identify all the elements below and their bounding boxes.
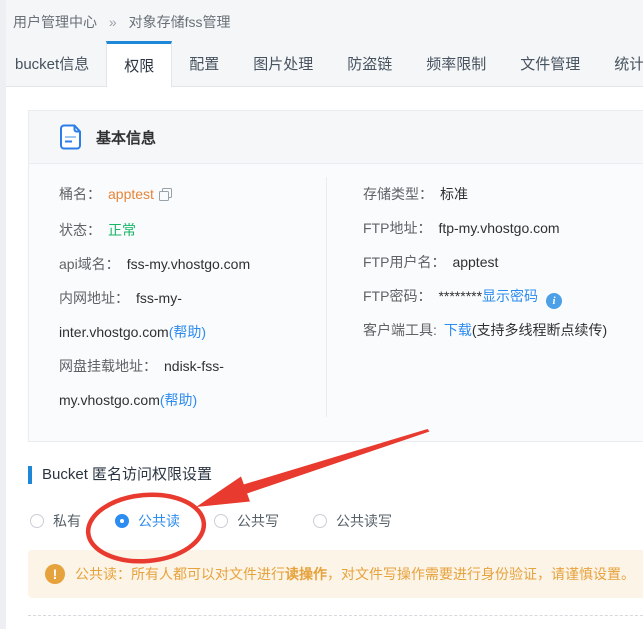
field-value: fss-my.vhostgo.com [127,256,250,272]
tab-statistics[interactable]: 统计 [597,41,643,86]
tab-bar: bucket信息权限配置图片处理防盗链频率限制文件管理统计文档 [0,41,643,87]
document-icon [59,124,83,151]
field-value: apptest [452,254,498,270]
tab-rate-limit[interactable]: 频率限制 [409,41,503,86]
info-row: FTP密码： ********显示密码 i [363,279,643,313]
field-suffix: (支持多线程断点续传) [472,322,607,338]
acl-radio-group: 私有 公共读 公共写 公共读写 [30,511,643,531]
help-link[interactable]: (帮助) [169,324,206,340]
info-row: api域名： fss-my.vhostgo.com [59,247,290,281]
info-row: FTP地址： ftp-my.vhostgo.com [363,211,643,245]
field-value: ftp-my.vhostgo.com [438,220,559,236]
dashed-divider [28,615,643,616]
radio-label: 公共读 [138,511,180,531]
breadcrumb-separator-icon: » [109,14,117,30]
basic-info-left-column: 桶名： apptest 状态： 正常 api域名： fss-my.vhostgo.com 内… [29,177,326,417]
info-row: 内网地址：fss-my-inter.vhostgo.com(帮助) [59,281,290,349]
radio-public-write[interactable]: 公共写 [214,511,279,531]
tab-image-processing[interactable]: 图片处理 [236,41,330,86]
radio-circle-icon[interactable] [30,514,44,528]
radio-label: 公共读写 [336,511,392,531]
tab-anti-leech[interactable]: 防盗链 [330,41,409,86]
info-row: FTP用户名： apptest [363,245,643,279]
field-value: 正常 [108,222,136,238]
tab-file-management[interactable]: 文件管理 [503,41,597,86]
basic-info-body: 桶名： apptest 状态： 正常 api域名： fss-my.vhostgo.com 内… [29,164,643,441]
help-link[interactable]: (帮助) [160,392,197,408]
tab-bucket-info[interactable]: bucket信息 [0,41,106,86]
warning-text: 公共读：所有人都可以对文件进行读操作，对文件写操作需要进行身份验证，请谨慎设置。 [75,564,635,584]
field-label: api域名： [59,256,120,272]
basic-info-right-column: 存储类型： 标准 FTP地址： ftp-my.vhostgo.com FTP用户名： ap… [326,177,643,417]
radio-circle-icon[interactable] [313,514,327,528]
warning-banner: ! 公共读：所有人都可以对文件进行读操作，对文件写操作需要进行身份验证，请谨慎设… [28,550,643,598]
field-label: 客户端工具: [363,322,437,338]
breadcrumb-fss-management: 对象存储fss管理 [129,14,231,30]
field-label: FTP地址： [363,220,431,236]
breadcrumb: 用户管理中心 » 对象存储fss管理 [0,0,643,41]
basic-info-panel: 基本信息 桶名： apptest 状态： 正常 api域名： fss-my.vhostgo… [28,110,643,442]
radio-label: 公共写 [237,511,279,531]
info-row: 网盘挂载地址：ndisk-fss-my.vhostgo.com(帮助) [59,349,290,417]
radio-label: 私有 [53,511,81,531]
copy-icon[interactable] [159,188,172,204]
field-label: 存储类型： [363,186,433,202]
acl-section-title: Bucket 匿名访问权限设置 [28,466,643,484]
download-link[interactable]: 下载 [444,322,472,338]
field-label: FTP用户名： [363,254,445,270]
radio-public-read-write[interactable]: 公共读写 [313,511,392,531]
radio-circle-icon[interactable] [115,514,129,528]
info-row: 状态： 正常 [59,213,290,247]
radio-circle-icon[interactable] [214,514,228,528]
field-label: 状态： [59,222,101,238]
field-label: 网盘挂载地址： [59,358,157,374]
radio-private[interactable]: 私有 [30,511,81,531]
field-value: 标准 [440,186,468,202]
info-row: 存储类型： 标准 [363,177,643,211]
basic-info-header: 基本信息 [29,111,643,164]
main-content: 基本信息 桶名： apptest 状态： 正常 api域名： fss-my.vhostgo… [0,110,643,616]
breadcrumb-user-center[interactable]: 用户管理中心 [13,14,97,30]
info-row: 客户端工具: 下载(支持多线程断点续传) [363,313,643,347]
field-label: FTP密码： [363,288,431,304]
field-value: ******** [438,288,482,304]
field-label: 内网地址： [59,290,129,306]
show-password-link[interactable]: 显示密码 [482,288,538,304]
tab-permissions[interactable]: 权限 [106,41,172,87]
tab-config[interactable]: 配置 [172,41,236,86]
page-header: 用户管理中心 » 对象存储fss管理 bucket信息权限配置图片处理防盗链频率… [0,0,643,87]
panel-title: 基本信息 [96,127,156,148]
info-row: 桶名： apptest [59,177,290,213]
info-icon[interactable]: i [546,293,562,309]
exclamation-icon: ! [45,564,65,584]
field-label: 桶名： [59,186,101,202]
radio-public-read[interactable]: 公共读 [115,511,180,531]
field-value: apptest [108,186,154,202]
